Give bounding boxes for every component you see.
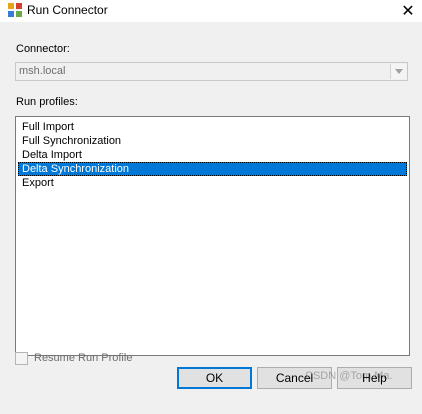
watermark: CSDN @Tom Ma.: [305, 370, 393, 382]
list-item-delta-synchronization[interactable]: Delta Synchronization: [18, 162, 407, 176]
app-icon: [8, 3, 22, 17]
resume-run-profile-label: Resume Run Profile: [34, 352, 133, 364]
connector-dropdown[interactable]: msh.local: [15, 62, 408, 81]
chevron-down-icon[interactable]: [390, 64, 406, 79]
close-icon: ✕: [401, 3, 415, 20]
run-profiles-label: Run profiles:: [16, 96, 78, 108]
run-profiles-list[interactable]: Full Import Full Synchronization Delta I…: [15, 116, 410, 356]
resume-run-profile-checkbox[interactable]: Resume Run Profile: [15, 350, 132, 366]
title-bar: Run Connector ✕: [0, 0, 422, 22]
list-item-delta-import[interactable]: Delta Import: [18, 148, 407, 162]
list-item-export[interactable]: Export: [18, 176, 407, 190]
connector-label: Connector:: [16, 43, 70, 55]
dialog-body: Connector: msh.local Run profiles: Full …: [0, 22, 422, 414]
window-title: Run Connector: [27, 3, 108, 17]
list-item-full-synchronization[interactable]: Full Synchronization: [18, 134, 407, 148]
ok-button[interactable]: OK: [177, 367, 252, 389]
list-item-full-import[interactable]: Full Import: [18, 120, 407, 134]
close-button[interactable]: ✕: [394, 0, 422, 22]
checkbox-icon[interactable]: [15, 351, 28, 365]
connector-value: msh.local: [19, 65, 66, 77]
